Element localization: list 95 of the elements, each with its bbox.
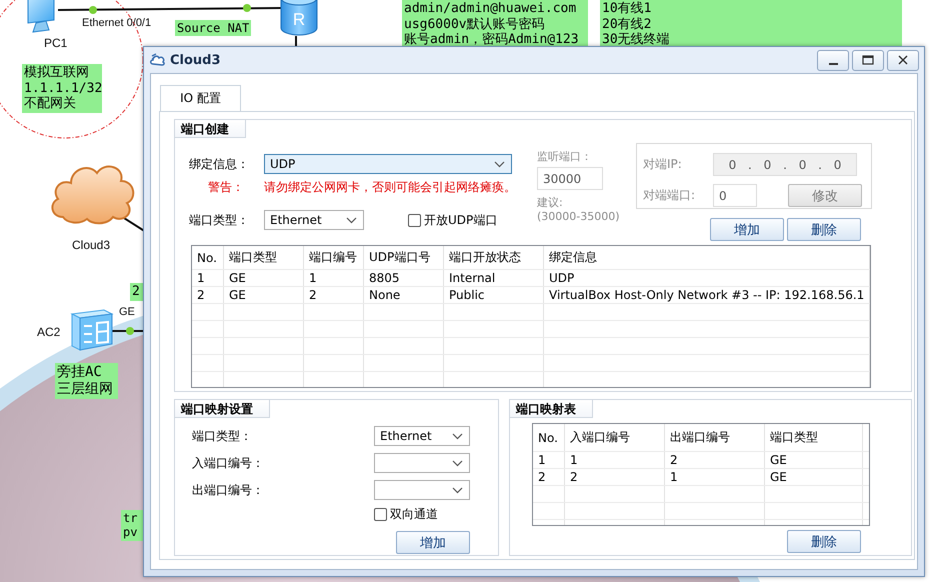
device-label: AC2 bbox=[37, 325, 60, 339]
table-cell: Internal bbox=[444, 270, 544, 286]
port-type-dropdown[interactable]: Ethernet bbox=[264, 210, 364, 230]
table-cell: 1 bbox=[533, 452, 565, 468]
hint-label: 建议: bbox=[537, 195, 564, 210]
maximize-icon bbox=[862, 55, 874, 65]
bidirectional-checkbox[interactable]: 双向通道 bbox=[374, 506, 438, 523]
column-header: 绑定信息 bbox=[544, 246, 870, 269]
field-label: 对端端口: bbox=[643, 187, 696, 204]
column-header: No. bbox=[533, 424, 565, 451]
table-cell: GE bbox=[224, 287, 304, 303]
note-line: 10有线1 bbox=[602, 1, 652, 17]
close-button[interactable] bbox=[887, 50, 919, 70]
table-cell: 2 bbox=[665, 452, 765, 468]
cloud-icon bbox=[150, 52, 166, 68]
column-header: UDP端口号 bbox=[364, 246, 444, 269]
device-label: PC1 bbox=[44, 36, 68, 50]
table-cell: GE bbox=[224, 270, 304, 286]
group-title: 端口映射表 bbox=[510, 400, 593, 418]
column-header: 端口编号 bbox=[304, 246, 364, 269]
field-label: 对端IP: bbox=[643, 156, 683, 173]
tab[interactable]: IO 配置 bbox=[160, 85, 241, 111]
note-line: 不配网关 bbox=[24, 96, 77, 112]
field-label: 绑定信息： bbox=[189, 156, 250, 172]
table-cell: 2 bbox=[533, 469, 565, 485]
hint-text: (30000-35000) bbox=[537, 210, 621, 223]
add-button[interactable]: 增加 bbox=[710, 218, 784, 241]
column-header: 入端口编号 bbox=[565, 424, 665, 451]
port-label: Ethernet 0/0/1 bbox=[82, 17, 152, 29]
table-cell: UDP bbox=[544, 270, 870, 286]
field-label: 出端口编号： bbox=[192, 482, 265, 498]
caret-icon bbox=[494, 160, 505, 168]
add-button[interactable]: 增加 bbox=[396, 531, 470, 554]
column-header: 端口类型 bbox=[224, 246, 304, 269]
window-title: Cloud3 bbox=[170, 52, 221, 68]
field-label: 入端口编号： bbox=[192, 454, 265, 472]
link-line bbox=[112, 330, 146, 332]
warning-label: 警告： bbox=[207, 179, 245, 196]
group-title: 端口映射设置 bbox=[175, 400, 270, 418]
delete-button[interactable]: 删除 bbox=[787, 530, 861, 553]
close-icon bbox=[898, 55, 908, 65]
table-cell: GE bbox=[765, 469, 863, 485]
column-header: 端口开放状态 bbox=[444, 246, 544, 269]
note-line: usg6000v默认账号密码 bbox=[404, 16, 546, 32]
table-cell: 2 bbox=[192, 287, 224, 303]
caret-icon bbox=[346, 216, 357, 224]
note-line: pv bbox=[123, 525, 138, 540]
note-line: 旁挂AC bbox=[57, 364, 103, 381]
open-udp-checkbox[interactable]: 开放UDP端口 bbox=[408, 212, 498, 228]
table-cell: 1 bbox=[665, 469, 765, 485]
table-cell: Public bbox=[444, 287, 544, 303]
port-label: GE bbox=[119, 306, 135, 318]
note-line: tr bbox=[123, 511, 138, 526]
table-cell: 1 bbox=[192, 270, 224, 286]
note-line: admin/admin@huawei.com bbox=[404, 1, 578, 17]
field-label: 监听端口： bbox=[537, 149, 593, 164]
note-line: 模拟互联网 bbox=[24, 65, 90, 81]
out-port-dropdown[interactable] bbox=[374, 480, 470, 500]
in-port-dropdown[interactable] bbox=[374, 453, 470, 473]
maximize-button[interactable] bbox=[852, 50, 884, 70]
wireless-controller-icon[interactable] bbox=[68, 308, 114, 352]
note-line: 三层组网 bbox=[57, 380, 114, 398]
note-line: 1.1.1.1/32 bbox=[24, 80, 100, 96]
minimize-button[interactable] bbox=[817, 50, 849, 70]
note-line: 2 bbox=[132, 284, 141, 300]
field-label: 端口类型： bbox=[189, 212, 250, 228]
column-header: 出端口编号 bbox=[665, 424, 765, 451]
column-header: 端口类型 bbox=[765, 424, 863, 451]
table-cell: 2 bbox=[304, 287, 364, 303]
group-title: 端口创建 bbox=[175, 120, 246, 138]
caret-icon bbox=[452, 460, 463, 466]
device-label: Cloud3 bbox=[72, 238, 110, 252]
column-header: No. bbox=[192, 246, 224, 269]
port-dot bbox=[243, 4, 251, 12]
table-cell: VirtualBox Host-Only Network #3 -- IP: 192.168.56.1 bbox=[544, 287, 870, 303]
warning-text: 请勿绑定公网网卡，否则可能会引起网络瘫痪。 bbox=[264, 179, 516, 196]
caret-icon bbox=[452, 486, 463, 494]
note-line: Source NAT bbox=[177, 21, 250, 36]
field-label: 端口类型： bbox=[192, 428, 253, 444]
delete-button[interactable]: 删除 bbox=[787, 218, 861, 241]
table-cell: GE bbox=[765, 452, 863, 468]
table-cell: 8805 bbox=[364, 270, 444, 286]
bind-info-dropdown[interactable]: UDP bbox=[264, 154, 512, 174]
table-cell: None bbox=[364, 287, 444, 303]
caret-icon bbox=[452, 432, 463, 440]
minimize-icon bbox=[828, 62, 838, 64]
note-line: 账号admin，密码Admin@123 bbox=[404, 32, 580, 48]
table-cell: 1 bbox=[304, 270, 364, 286]
port-type-dropdown[interactable]: Ethernet bbox=[374, 426, 470, 446]
port-dot bbox=[126, 327, 134, 335]
table-cell: 1 bbox=[565, 452, 665, 468]
note-line: 30无线终端 bbox=[602, 32, 671, 48]
table-cell: 2 bbox=[565, 469, 665, 485]
note-line: 20有线2 bbox=[602, 16, 652, 32]
port-dot bbox=[89, 6, 97, 14]
